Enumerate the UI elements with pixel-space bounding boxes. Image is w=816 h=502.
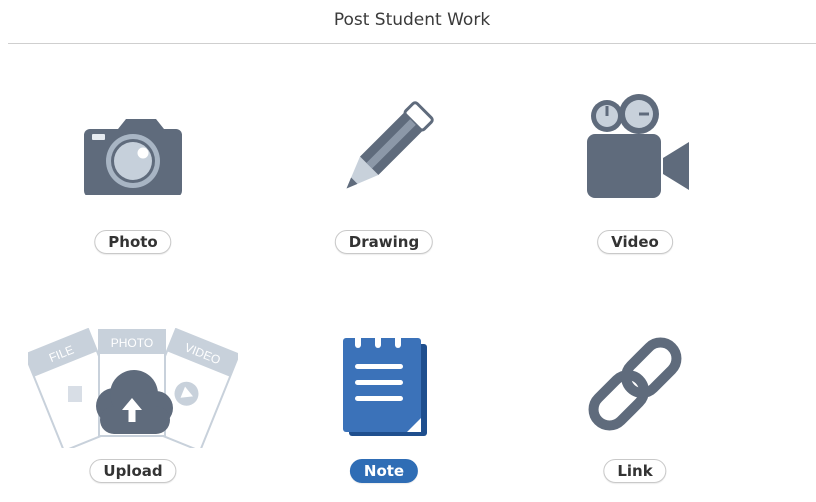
link-button[interactable]: Link xyxy=(603,459,667,483)
link-icon xyxy=(520,312,750,452)
notepad-icon xyxy=(269,312,499,452)
pencil-icon xyxy=(269,82,499,222)
tile-upload[interactable]: FILE VIDEO PHOTO Upload xyxy=(18,312,248,502)
header: Post Student Work xyxy=(8,0,816,44)
tile-link[interactable]: Link xyxy=(520,312,750,502)
photo-card-label: PHOTO xyxy=(111,336,153,350)
tile-drawing[interactable]: Drawing xyxy=(269,82,499,272)
photo-button[interactable]: Photo xyxy=(94,230,172,254)
camera-icon xyxy=(18,82,248,222)
tile-video[interactable]: Video xyxy=(520,82,750,272)
tile-photo[interactable]: Photo xyxy=(18,82,248,272)
drawing-button[interactable]: Drawing xyxy=(334,230,434,254)
video-camera-icon xyxy=(520,82,750,222)
video-button[interactable]: Video xyxy=(597,230,673,254)
page-title: Post Student Work xyxy=(333,10,491,30)
note-button[interactable]: Note xyxy=(349,459,419,483)
cloud-upload-icon: FILE VIDEO PHOTO xyxy=(18,312,248,452)
upload-button[interactable]: Upload xyxy=(89,459,177,483)
tile-note[interactable]: Note xyxy=(269,312,499,502)
